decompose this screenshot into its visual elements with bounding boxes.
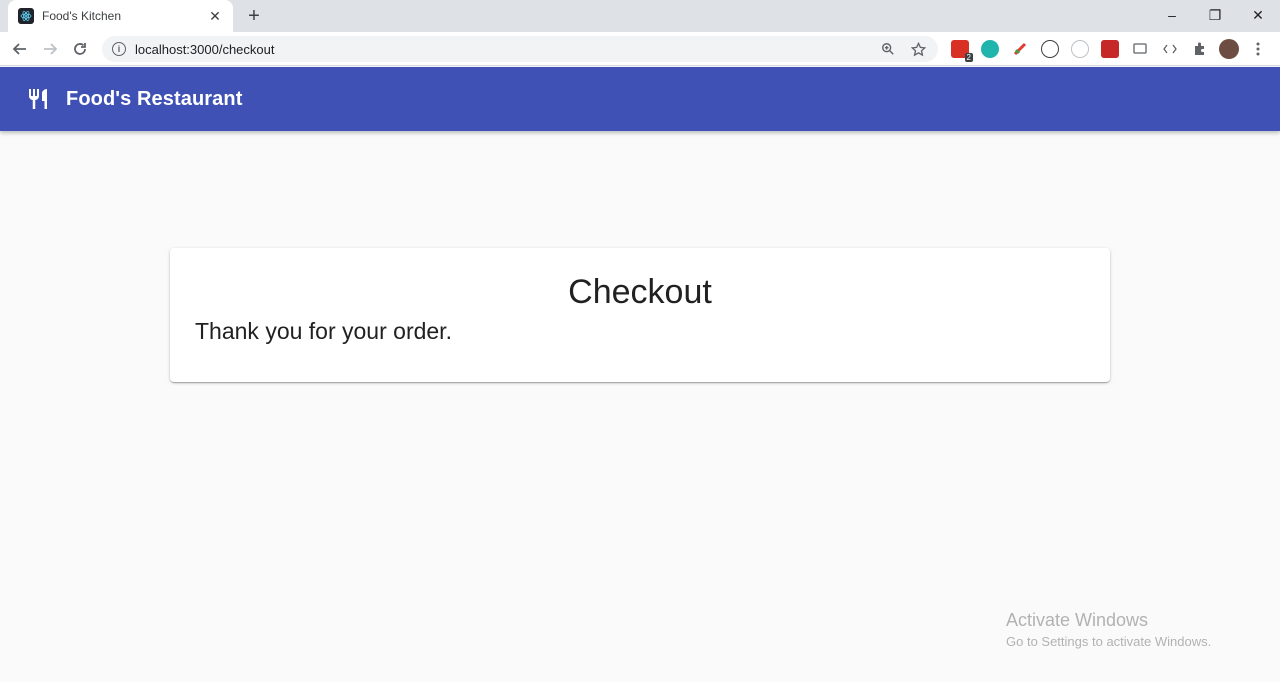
extensions-puzzle-icon[interactable] <box>1191 40 1209 58</box>
close-tab-icon[interactable]: ✕ <box>207 8 223 24</box>
forward-arrow-icon[interactable] <box>37 36 63 62</box>
reload-icon[interactable] <box>67 36 93 62</box>
extension-brackets-icon[interactable] <box>1161 40 1179 58</box>
menu-kebab-icon[interactable] <box>1252 40 1264 58</box>
restore-button[interactable]: ❐ <box>1193 0 1237 30</box>
bookmark-star-icon[interactable] <box>908 39 928 59</box>
browser-tab-strip: Food's Kitchen ✕ + – ❐ ✕ <box>0 0 1280 32</box>
back-arrow-icon[interactable] <box>7 36 33 62</box>
watermark-title: Activate Windows <box>1006 610 1149 630</box>
minimize-button[interactable]: – <box>1150 0 1194 30</box>
order-confirmation-message: Thank you for your order. <box>195 318 452 344</box>
tab-title: Food's Kitchen <box>42 9 122 23</box>
windows-activation-watermark: Activate Windows Go to Settings to activ… <box>1006 610 1211 649</box>
checkout-card: Checkout Thank you for your order. <box>170 248 1110 382</box>
profile-avatar[interactable] <box>1219 39 1239 59</box>
extension-m-icon[interactable] <box>981 40 999 58</box>
cast-icon[interactable] <box>1131 40 1149 58</box>
extension-red-square-icon[interactable] <box>1101 40 1119 58</box>
zoom-icon[interactable] <box>878 39 898 59</box>
app-bar: Food's Restaurant <box>0 67 1280 131</box>
browser-toolbar: i localhost:3000/checkout 2 <box>0 32 1280 66</box>
extension-badge: 2 <box>964 53 973 62</box>
browser-tab[interactable]: Food's Kitchen ✕ <box>8 0 233 32</box>
address-bar[interactable]: i localhost:3000/checkout <box>102 36 938 62</box>
url-text[interactable]: localhost:3000/checkout <box>135 42 868 57</box>
site-info-icon[interactable]: i <box>112 42 126 56</box>
page-title: Checkout <box>568 273 712 311</box>
react-icon <box>18 8 34 24</box>
new-tab-button[interactable]: + <box>243 5 265 27</box>
extension-red-icon[interactable]: 2 <box>951 40 973 62</box>
extension-clock-icon[interactable] <box>1071 40 1089 58</box>
restaurant-icon <box>26 87 50 111</box>
extension-a-icon[interactable] <box>1041 40 1059 58</box>
watermark-subtitle: Go to Settings to activate Windows. <box>1006 634 1212 649</box>
extension-colorful-icon[interactable] <box>1011 40 1029 58</box>
close-window-button[interactable]: ✕ <box>1236 0 1280 30</box>
app-title[interactable]: Food's Restaurant <box>66 88 242 111</box>
